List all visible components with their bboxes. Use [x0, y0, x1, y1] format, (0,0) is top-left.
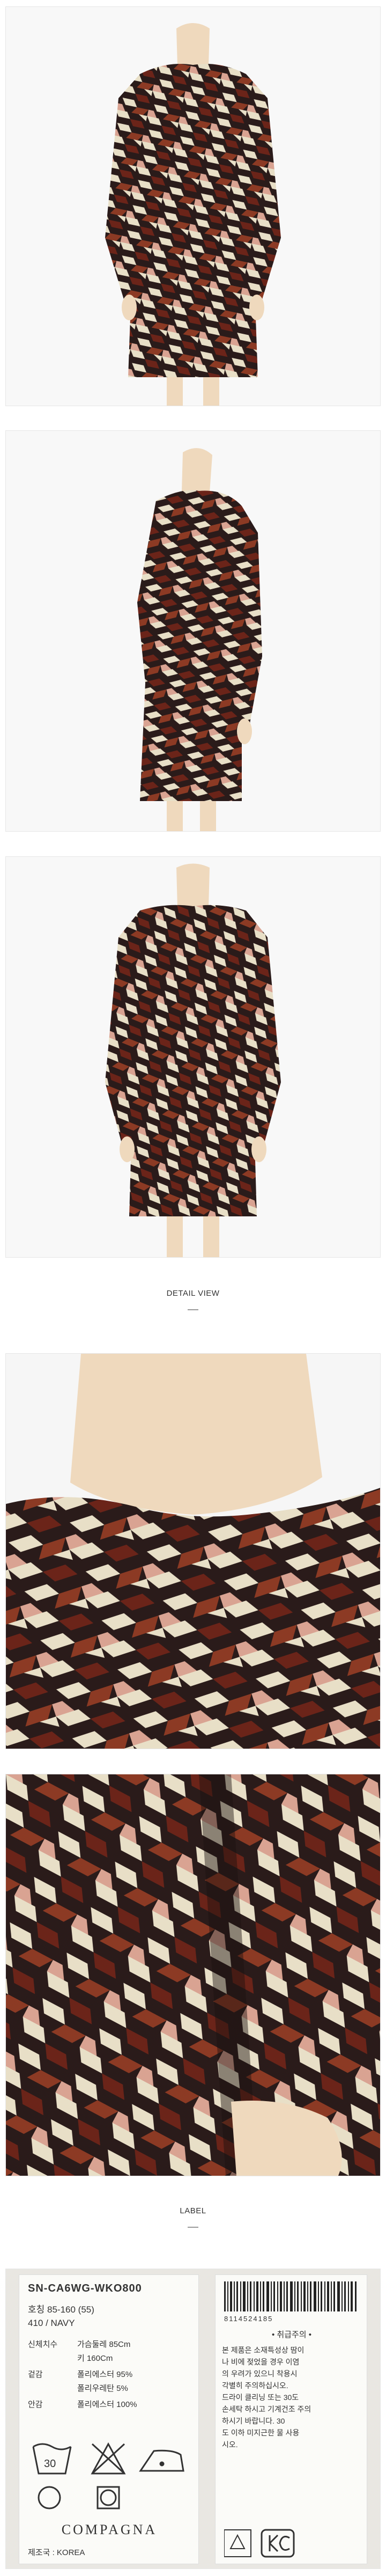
- section-divider: [188, 2227, 198, 2228]
- back-view-image: [6, 857, 380, 1257]
- care-line-8: 도 이하 미지근한 물 사용: [222, 2428, 300, 2437]
- barcode-icon: [224, 2281, 357, 2311]
- section-title-label: LABEL: [180, 2206, 206, 2215]
- care-symbols: 30: [32, 2442, 184, 2475]
- product-photo-side: [5, 430, 381, 832]
- spec-value-3: 폴리에스터 95%: [77, 2370, 133, 2379]
- front-view-image: [6, 7, 380, 406]
- svg-text:30: 30: [44, 2458, 56, 2470]
- dry-clean-icon: [38, 2486, 61, 2509]
- wash-tub-icon: 30: [32, 2443, 72, 2475]
- tumble-dry-icon: [96, 2486, 120, 2509]
- color-row: 410 / NAVY: [28, 2318, 75, 2328]
- neckline-detail-image: [6, 1354, 380, 1749]
- spec-value-5: 폴리에스터 100%: [77, 2400, 137, 2409]
- detail-photo-neckline: [5, 1353, 381, 1749]
- origin-text: 제조국 : KOREA: [28, 2548, 85, 2557]
- care-line-5: 드라이 클리닝 또는 30도: [222, 2393, 299, 2402]
- product-photo-back: [5, 856, 381, 1258]
- care-instruction-label: 8114524185 • 취급주의 • 본 제품은 소재특성상 땀이 나 비에 …: [215, 2274, 367, 2564]
- certification-marks: [224, 2529, 295, 2558]
- spec-value-2: 키 160Cm: [77, 2354, 113, 2363]
- care-line-7: 하시기 바랍니다. 30: [222, 2417, 285, 2425]
- size-row: 호칭 85-160 (55): [28, 2305, 94, 2315]
- brand-name: COMPAGNA: [61, 2522, 158, 2537]
- product-photo-front: [5, 6, 381, 406]
- spec-key-3: 겉감: [28, 2370, 43, 2379]
- spec-value-4: 폴리우레탄 5%: [77, 2384, 128, 2393]
- care-line-3: 의 우려가 있으니 착용시: [222, 2369, 298, 2378]
- care-line-1: 본 제품은 소재특성상 땀이: [222, 2346, 305, 2354]
- product-code: SN-CA6WG-WKO800: [28, 2283, 142, 2294]
- care-line-9: 시오.: [222, 2440, 238, 2449]
- kc-mark-icon: [261, 2529, 295, 2558]
- section-title-detail-view: DETAIL VIEW: [166, 1289, 220, 1298]
- spec-key-1: 신체치수: [28, 2340, 58, 2349]
- recycle-mark-icon: [224, 2529, 251, 2557]
- spec-key-5: 안감: [28, 2400, 43, 2409]
- side-view-image: [6, 431, 380, 831]
- care-line-4: 각별히 주의하십시오.: [222, 2381, 288, 2390]
- iron-icon: [139, 2449, 184, 2472]
- sleeve-detail-image: [6, 1774, 380, 2176]
- label-photo: SN-CA6WG-WKO800 호칭 85-160 (55) 410 / NAV…: [5, 2269, 381, 2569]
- care-heading: • 취급주의 •: [271, 2330, 312, 2339]
- section-divider: [188, 1309, 198, 1310]
- spec-value-1: 가슴둘레 85Cm: [77, 2340, 131, 2349]
- no-bleach-icon: [91, 2442, 126, 2475]
- care-symbols-row-2: [38, 2486, 120, 2509]
- detail-photo-sleeve: [5, 1774, 381, 2176]
- care-line-2: 나 비에 젖었을 경우 이염: [222, 2358, 300, 2366]
- care-line-6: 손세탁 하시고 기계건조 주의: [222, 2405, 311, 2413]
- product-info-label: SN-CA6WG-WKO800 호칭 85-160 (55) 410 / NAV…: [19, 2274, 199, 2564]
- barcode-number: 8114524185: [224, 2315, 273, 2323]
